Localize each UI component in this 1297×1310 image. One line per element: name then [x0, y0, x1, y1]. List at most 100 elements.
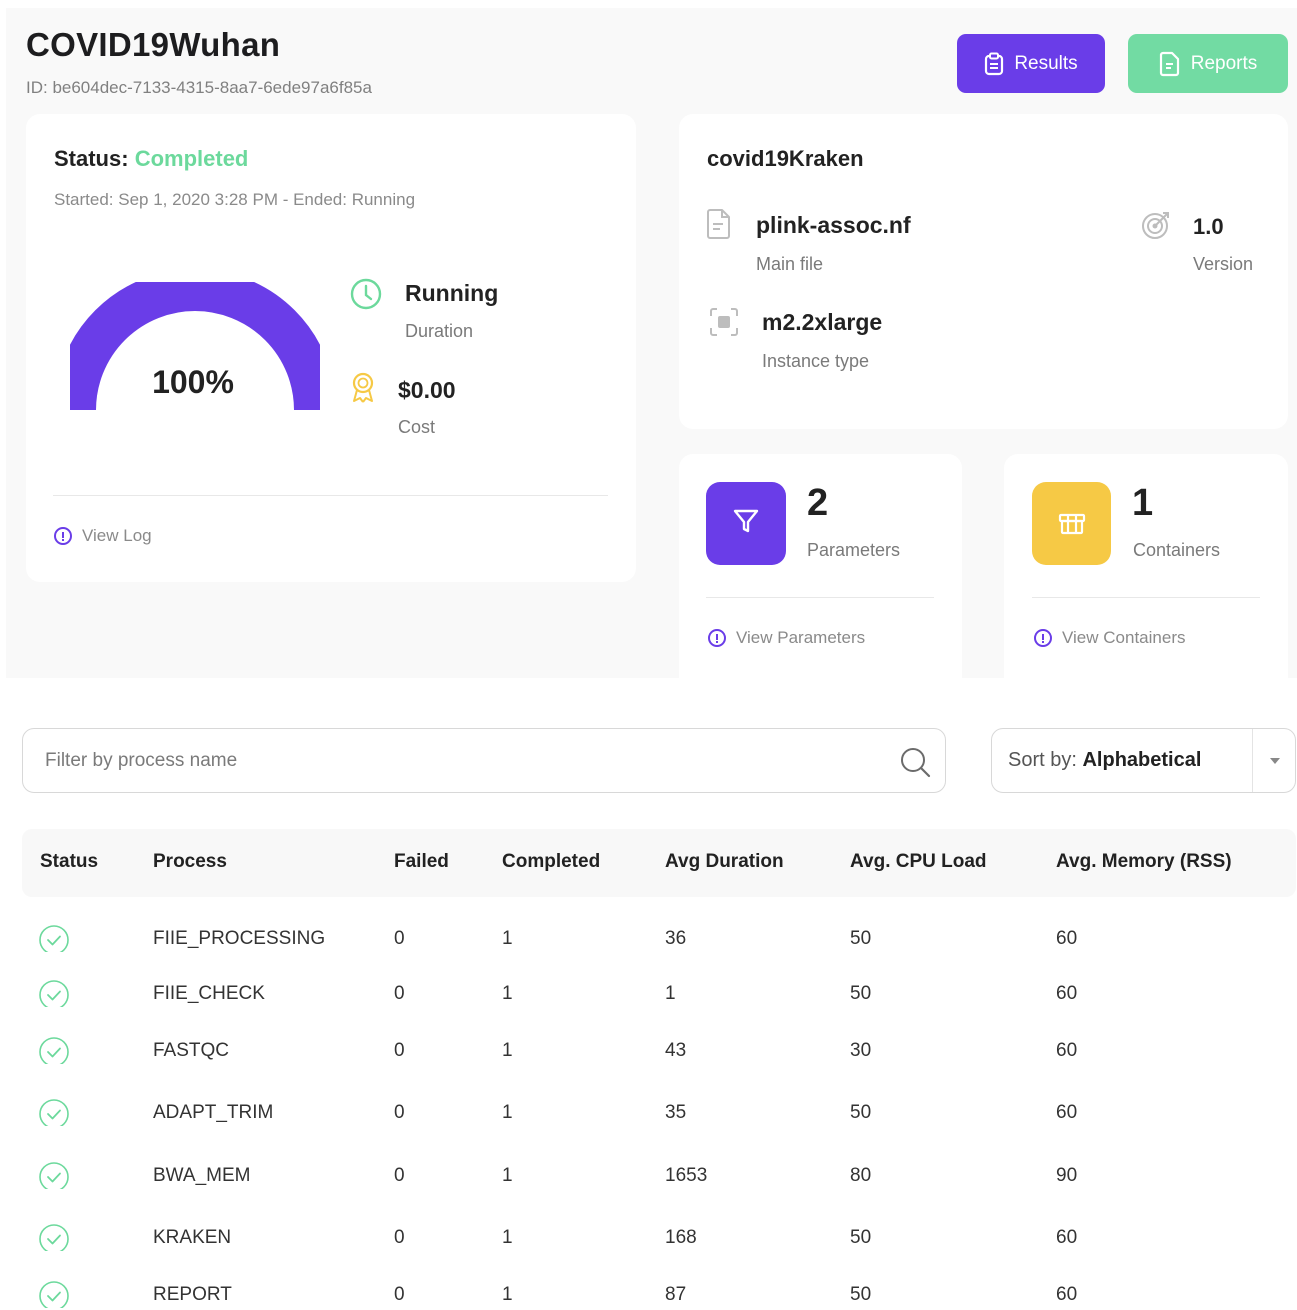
run-status-card: Status: Completed Started: Sep 1, 2020 3… [26, 114, 636, 582]
column-header-failed[interactable]: Failed [394, 851, 449, 873]
check-circle-icon [38, 1094, 70, 1131]
clock-icon [350, 278, 382, 315]
search-icon[interactable] [899, 746, 931, 783]
parameters-tile [706, 482, 786, 565]
file-icon [706, 208, 732, 245]
check-circle-icon [38, 1276, 70, 1310]
run-title: COVID19Wuhan [26, 26, 281, 63]
clipboard-icon [984, 52, 1004, 76]
sort-select[interactable]: Sort by: Alphabetical [991, 728, 1296, 793]
containers-count: 1 [1132, 482, 1154, 524]
containers-label: Containers [1133, 540, 1221, 560]
status-line: Status: Completed [54, 146, 248, 172]
avg-duration: 36 [665, 928, 687, 949]
table-row[interactable]: KRAKEN 0 1 168 50 60 [22, 1219, 1296, 1259]
results-button[interactable]: Results [957, 34, 1105, 93]
avg-memory: 60 [1056, 1040, 1078, 1061]
failed-count: 0 [394, 1165, 405, 1186]
gift-box-icon [1057, 507, 1087, 540]
check-circle-icon [38, 975, 70, 1012]
version-value: 1.0 [1193, 214, 1224, 239]
avg-duration: 35 [665, 1102, 687, 1123]
status-prefix: Status: [54, 146, 135, 171]
filter-icon [732, 507, 760, 540]
check-circle-icon [38, 1032, 70, 1069]
avg-cpu-load: 50 [850, 983, 872, 1004]
view-log-link[interactable]: View Log [54, 526, 152, 546]
avg-duration: 1 [665, 983, 676, 1004]
avg-memory: 60 [1056, 1102, 1078, 1123]
duration-label: Duration [405, 321, 474, 341]
process-table-header: Status Process Failed Completed Avg Dura… [22, 829, 1296, 897]
document-icon [1159, 51, 1181, 77]
avg-memory: 60 [1056, 983, 1078, 1004]
run-id: ID: be604dec-7133-4315-8aa7-6ede97a6f85a [26, 78, 372, 97]
sort-select-text: Sort by: Alphabetical [1008, 749, 1201, 772]
containers-divider [1032, 597, 1260, 598]
avg-cpu-load: 50 [850, 928, 872, 949]
target-icon [1141, 210, 1171, 245]
avg-duration: 1653 [665, 1165, 708, 1186]
table-row[interactable]: ADAPT_TRIM 0 1 35 50 60 [22, 1094, 1296, 1134]
parameters-divider [706, 597, 934, 598]
completed-count: 1 [502, 1040, 513, 1061]
table-row[interactable]: REPORT 0 1 87 50 60 [22, 1276, 1296, 1310]
failed-count: 0 [394, 983, 405, 1004]
completed-count: 1 [502, 1165, 513, 1186]
completed-count: 1 [502, 1284, 513, 1305]
chip-icon [708, 307, 740, 342]
column-header-avg-duration[interactable]: Avg Duration [665, 851, 784, 873]
instance-type-label: Instance type [762, 351, 870, 371]
cost-value: $0.00 [398, 377, 456, 403]
failed-count: 0 [394, 1040, 405, 1061]
completed-count: 1 [502, 928, 513, 949]
status-value: Completed [134, 146, 249, 171]
process-filter-box [22, 728, 946, 793]
view-containers-link[interactable]: View Containers [1034, 628, 1185, 648]
avg-duration: 168 [665, 1227, 697, 1248]
reports-button[interactable]: Reports [1128, 34, 1288, 93]
avg-duration: 43 [665, 1040, 687, 1061]
column-header-completed[interactable]: Completed [502, 851, 600, 873]
table-row[interactable]: FIIE_PROCESSING 0 1 36 50 60 [22, 920, 1296, 960]
check-circle-icon [38, 920, 70, 957]
sort-separator [1252, 729, 1253, 792]
avg-duration: 87 [665, 1284, 687, 1305]
check-circle-icon [38, 1157, 70, 1194]
pipeline-name: covid19Kraken [707, 146, 864, 171]
instance-type-value: m2.2xlarge [762, 309, 883, 335]
column-header-avg-cpu-load[interactable]: Avg. CPU Load [850, 851, 987, 873]
process-name: FASTQC [153, 1040, 230, 1061]
table-row[interactable]: FIIE_CHECK 0 1 1 50 60 [22, 975, 1296, 1015]
table-row[interactable]: FASTQC 0 1 43 30 60 [22, 1032, 1296, 1072]
reports-button-label: Reports [1190, 52, 1258, 74]
progress-percent: 100% [152, 364, 234, 400]
column-header-process[interactable]: Process [153, 851, 227, 873]
avg-memory: 60 [1056, 1284, 1078, 1305]
process-name: BWA_MEM [153, 1165, 251, 1186]
column-header-status[interactable]: Status [40, 851, 98, 873]
status-card-divider [53, 495, 608, 496]
chevron-down-icon[interactable] [1270, 758, 1280, 764]
results-button-label: Results [1014, 52, 1078, 74]
avg-cpu-load: 50 [850, 1284, 872, 1305]
view-parameters-link[interactable]: View Parameters [708, 628, 865, 648]
avg-memory: 60 [1056, 1227, 1078, 1248]
main-file-value: plink-assoc.nf [756, 212, 911, 238]
info-icon [54, 527, 72, 545]
info-icon [1034, 629, 1052, 647]
avg-memory: 90 [1056, 1165, 1078, 1186]
failed-count: 0 [394, 928, 405, 949]
avg-cpu-load: 50 [850, 1227, 872, 1248]
run-timespan: Started: Sep 1, 2020 3:28 PM - Ended: Ru… [54, 190, 416, 209]
process-filter-input[interactable] [45, 747, 865, 775]
containers-card: 1 Containers View Containers [1004, 454, 1288, 678]
parameters-label: Parameters [807, 540, 901, 560]
column-header-avg-memory[interactable]: Avg. Memory (RSS) [1056, 851, 1232, 873]
sort-prefix: Sort by: [1008, 749, 1083, 771]
avg-cpu-load: 80 [850, 1165, 872, 1186]
table-row[interactable]: BWA_MEM 0 1 1653 80 90 [22, 1157, 1296, 1197]
main-file-label: Main file [756, 254, 824, 274]
award-icon [350, 372, 376, 409]
pipeline-info-card: covid19Kraken plink-assoc.nf Main file 1… [679, 114, 1288, 429]
